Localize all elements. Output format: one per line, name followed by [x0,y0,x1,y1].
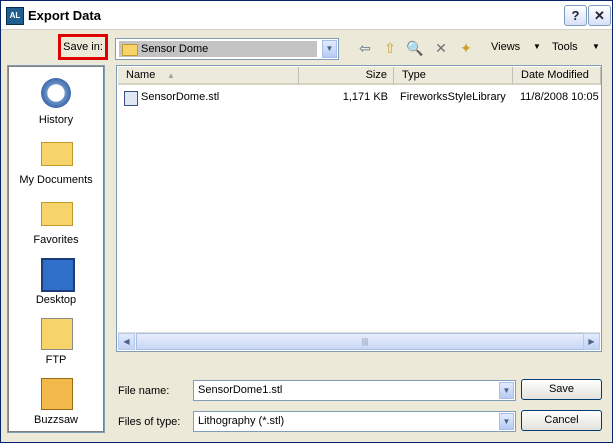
folder-icon [122,44,138,56]
column-header-size[interactable]: Size [299,67,394,85]
export-data-dialog: AL Export Data ? ✕ Save in: Sensor Dome … [0,0,613,443]
file-list[interactable]: Name ▲ Size Type Date Modified SensorDom… [116,65,602,352]
horizontal-scrollbar[interactable]: ◀ ||| ▶ [118,332,600,350]
up-folder-icon[interactable]: ⇧ [380,39,400,57]
title-bar[interactable]: AL Export Data ? ✕ [1,1,612,30]
views-dropdown-icon[interactable]: ▼ [533,39,541,55]
chevron-down-icon[interactable]: ▼ [499,382,514,399]
chevron-down-icon[interactable]: ▼ [322,40,337,58]
scroll-left-icon[interactable]: ◀ [118,333,135,350]
place-label: Buzzsaw [33,414,79,426]
desktop-icon [41,258,75,292]
file-type-label: Files of type: [118,416,181,428]
column-header-name[interactable]: Name ▲ [118,67,299,85]
place-label: Favorites [33,234,79,246]
column-header-type[interactable]: Type [394,67,513,85]
help-button[interactable]: ? [564,5,587,26]
scroll-right-icon[interactable]: ▶ [583,333,600,350]
save-in-selection: Sensor Dome [119,41,317,57]
place-label: Desktop [35,294,77,306]
stl-file-icon [124,91,138,106]
cancel-button[interactable]: Cancel [521,410,602,431]
place-my-documents[interactable]: My Documents [8,132,104,192]
my-documents-icon [41,142,73,166]
history-icon [41,78,71,108]
tools-button[interactable]: Tools [552,39,578,55]
search-icon[interactable]: 🔍 [405,39,425,57]
places-bar: History My Documents Favorites Desktop F… [7,65,105,433]
place-buzzsaw[interactable]: Buzzsaw [8,372,104,432]
file-date: 11/8/2008 10:05 [520,91,599,103]
place-label: History [38,114,74,126]
file-type-value: Lithography (*.stl) [198,415,285,427]
sort-ascending-icon: ▲ [167,71,175,80]
file-type: FireworksStyleLibrary [400,91,506,103]
file-type-select[interactable]: Lithography (*.stl) ▼ [193,411,516,432]
save-in-label: Save in: [58,34,108,60]
file-name[interactable]: SensorDome.stl [141,91,219,103]
file-name-input[interactable]: SensorDome1.stl ▼ [193,380,516,401]
back-arrow-icon[interactable]: ⇦ [355,39,375,57]
place-label: My Documents [19,174,93,186]
chevron-down-icon[interactable]: ▼ [499,413,514,430]
close-button[interactable]: ✕ [588,5,611,26]
file-name-label: File name: [118,385,170,397]
file-name-value: SensorDome1.stl [198,384,283,396]
file-size: 1,171 KB [342,91,388,103]
place-favorites[interactable]: Favorites [8,192,104,252]
place-label: FTP [45,354,67,366]
scrollbar-thumb[interactable]: ||| [136,333,594,350]
views-button[interactable]: Views [491,39,520,55]
tools-dropdown-icon[interactable]: ▼ [592,39,600,55]
place-history[interactable]: History [8,72,104,132]
app-icon: AL [6,7,24,25]
new-folder-icon[interactable]: ✦ [456,39,476,57]
column-header-date-modified[interactable]: Date Modified [513,67,601,85]
place-ftp[interactable]: FTP [8,312,104,372]
save-in-location: Sensor Dome [141,43,209,55]
place-desktop[interactable]: Desktop [8,252,104,312]
save-button[interactable]: Save [521,379,602,400]
window-title: Export Data [28,8,101,23]
buzzsaw-icon [41,378,73,410]
delete-icon[interactable]: ✕ [431,39,451,57]
save-in-combo[interactable]: Sensor Dome ▼ [115,38,339,60]
favorites-icon [41,202,73,226]
ftp-icon [41,318,73,350]
